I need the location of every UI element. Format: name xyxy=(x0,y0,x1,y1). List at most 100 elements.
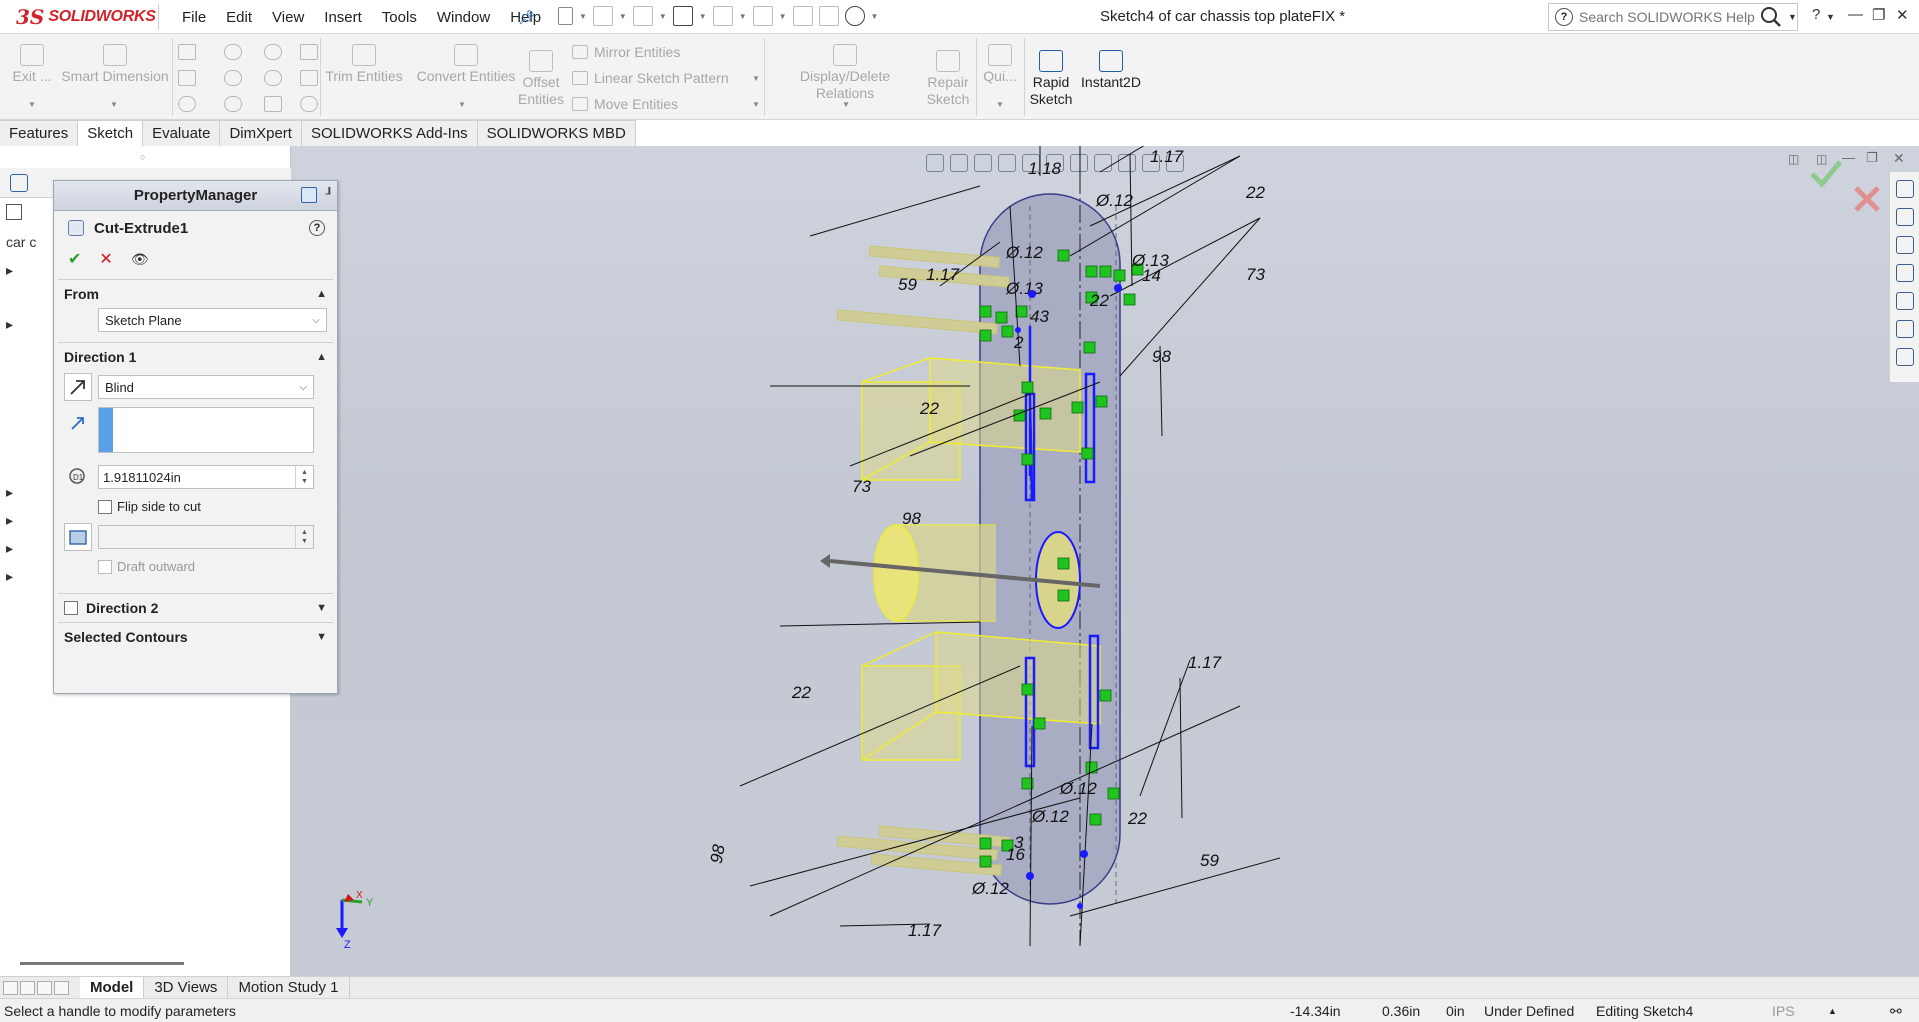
tree-material-item[interactable] xyxy=(6,344,10,360)
move-entities-button[interactable]: Move Entities xyxy=(572,96,678,112)
draft-angle-input[interactable]: ▲ ▼ xyxy=(98,525,314,549)
collapse-direction1-icon[interactable]: ▲ xyxy=(316,351,327,363)
custom-properties-icon[interactable] xyxy=(1895,320,1914,338)
tree-cut-item-3[interactable]: ▸ xyxy=(6,568,13,585)
from-group-header[interactable]: From ▲ xyxy=(64,280,327,308)
spline-tool-icon[interactable] xyxy=(264,44,282,60)
panel-splitter-handle[interactable]: ○ xyxy=(140,152,145,162)
tab-solidworks-mbd[interactable]: SOLIDWORKS MBD xyxy=(477,120,636,146)
line-tool-icon[interactable] xyxy=(178,44,196,60)
cancel-sketch-icon[interactable] xyxy=(1852,184,1882,214)
file-explorer-icon[interactable] xyxy=(1895,236,1914,254)
next-tab-icon[interactable] xyxy=(37,980,52,995)
solidworks-resources-icon[interactable] xyxy=(1895,180,1914,198)
pin-menu-icon[interactable]: 📌︎ xyxy=(518,9,536,26)
trim-entities-button[interactable]: Trim Entities xyxy=(324,44,404,85)
search-dropdown-icon[interactable]: ▼ xyxy=(1788,12,1797,22)
quick-snaps-dropdown-icon[interactable]: ▼ xyxy=(996,100,1004,109)
open-document-icon[interactable] xyxy=(592,6,613,26)
display-delete-relations-button[interactable]: Display/Delete Relations xyxy=(770,44,920,102)
selected-contours-header[interactable]: Selected Contours ▼ xyxy=(64,623,327,651)
convert-entities-dropdown-icon[interactable]: ▼ xyxy=(458,100,466,109)
expand-selected-contours-icon[interactable]: ▼ xyxy=(316,631,327,643)
tree-origin-item[interactable] xyxy=(6,456,10,472)
collapse-from-icon[interactable]: ▲ xyxy=(316,288,327,300)
tree-cut-item-1[interactable]: ▸ xyxy=(6,512,13,529)
print-dropdown-icon[interactable]: ▼ xyxy=(699,12,707,21)
unit-system-dropdown-icon[interactable]: ▲ xyxy=(1828,1006,1837,1016)
mirror-entities-button[interactable]: Mirror Entities xyxy=(572,44,680,60)
previous-tab-icon[interactable] xyxy=(20,980,35,995)
draft-outward-checkbox[interactable]: Draft outward xyxy=(98,559,195,574)
new-document-icon[interactable] xyxy=(558,7,573,25)
confirm-sketch-icon[interactable] xyxy=(1808,154,1844,190)
minimize-window-icon[interactable]: — xyxy=(1848,6,1863,23)
tree-top-plane-item[interactable] xyxy=(6,400,10,416)
move-entities-dropdown-icon[interactable]: ▼ xyxy=(752,100,760,109)
linear-pattern-dropdown-icon[interactable]: ▼ xyxy=(752,74,760,83)
unit-system[interactable]: IPS xyxy=(1772,1003,1795,1019)
tree-right-plane-item[interactable] xyxy=(6,428,10,444)
last-tab-icon[interactable] xyxy=(54,980,69,995)
tree-scrollbar[interactable] xyxy=(20,962,184,965)
draft-outward-checkbox-box[interactable] xyxy=(98,559,112,574)
tree-annotations-item[interactable]: ▸ xyxy=(6,316,13,333)
search-help-input[interactable] xyxy=(1579,9,1769,25)
tab-model[interactable]: Model xyxy=(80,977,145,998)
arc-tool-icon[interactable] xyxy=(178,96,196,112)
tree-sensors-item[interactable] xyxy=(6,288,10,304)
cancel-button[interactable]: ✕ xyxy=(99,249,112,269)
tab-3d-views[interactable]: 3D Views xyxy=(144,977,229,998)
view-palette-icon[interactable] xyxy=(1895,264,1914,282)
tree-history-item[interactable]: ▸ xyxy=(6,262,13,279)
options-gear-icon[interactable] xyxy=(844,6,865,26)
tab-evaluate[interactable]: Evaluate xyxy=(143,120,221,146)
draft-toggle-button[interactable] xyxy=(64,523,92,551)
tree-boss-extrude-item[interactable]: ▸ xyxy=(6,484,13,501)
select-icon[interactable] xyxy=(752,6,773,26)
menu-edit[interactable]: Edit xyxy=(216,9,262,26)
draft-angle-spinner[interactable]: ▲ ▼ xyxy=(295,526,313,548)
smart-dimension-dropdown-icon[interactable]: ▼ xyxy=(110,100,118,109)
restore-window-icon[interactable]: ❐ xyxy=(1872,6,1885,24)
slot-tool-icon[interactable] xyxy=(224,70,242,86)
menu-view[interactable]: View xyxy=(262,9,314,26)
help-dropdown-icon[interactable]: ▼ xyxy=(1826,12,1835,22)
menu-insert[interactable]: Insert xyxy=(314,9,372,26)
flip-side-checkbox-box[interactable] xyxy=(98,499,112,514)
select-dropdown-icon[interactable]: ▼ xyxy=(779,12,787,21)
tab-features[interactable]: Features xyxy=(0,120,79,146)
preview-eye-icon[interactable]: 👁︎ xyxy=(131,251,149,268)
direction2-checkbox[interactable] xyxy=(64,601,78,615)
tree-cut-item-2[interactable]: ▸ xyxy=(6,540,13,557)
help-icon[interactable]: ? xyxy=(1812,6,1820,23)
feature-tree-tab-icon[interactable] xyxy=(10,174,28,192)
options-dropdown-icon[interactable]: ▼ xyxy=(871,12,879,21)
print-icon[interactable] xyxy=(672,6,693,26)
direction1-group-header[interactable]: Direction 1 ▲ xyxy=(64,343,327,371)
sketch-fillet-icon[interactable] xyxy=(300,44,318,60)
forum-icon[interactable] xyxy=(1895,348,1914,366)
repair-sketch-button[interactable]: Repair Sketch xyxy=(926,50,970,108)
offset-entities-button[interactable]: Offset Entities xyxy=(518,50,564,108)
appearances-icon[interactable] xyxy=(1895,292,1914,310)
circle-tool-icon[interactable] xyxy=(224,44,242,60)
ok-button[interactable]: ✔ xyxy=(68,249,81,269)
menu-tools[interactable]: Tools xyxy=(372,9,427,26)
save-dropdown-icon[interactable]: ▼ xyxy=(659,12,667,21)
undo-dropdown-icon[interactable]: ▼ xyxy=(739,12,747,21)
close-window-icon[interactable]: ✕ xyxy=(1896,6,1909,24)
viewport-split-icon[interactable]: ◫ xyxy=(1788,152,1799,166)
tab-sketch[interactable]: Sketch xyxy=(78,120,144,146)
new-dropdown-icon[interactable]: ▼ xyxy=(579,12,587,21)
reverse-direction-button[interactable] xyxy=(64,373,92,401)
direction2-group-header[interactable]: Direction 2 ▼ xyxy=(64,594,327,622)
smart-dimension-button[interactable]: Smart Dimension xyxy=(60,44,170,85)
plane-tool-icon[interactable] xyxy=(300,70,318,86)
design-library-icon[interactable] xyxy=(1895,208,1914,226)
viewport-close-icon[interactable]: ✕ xyxy=(1893,150,1905,167)
customize-status-icon[interactable]: ⚯ xyxy=(1890,1003,1902,1020)
search-icon[interactable] xyxy=(1758,5,1784,29)
exit-sketch-button[interactable]: Exit ... xyxy=(10,44,54,85)
menu-window[interactable]: Window xyxy=(427,9,500,26)
